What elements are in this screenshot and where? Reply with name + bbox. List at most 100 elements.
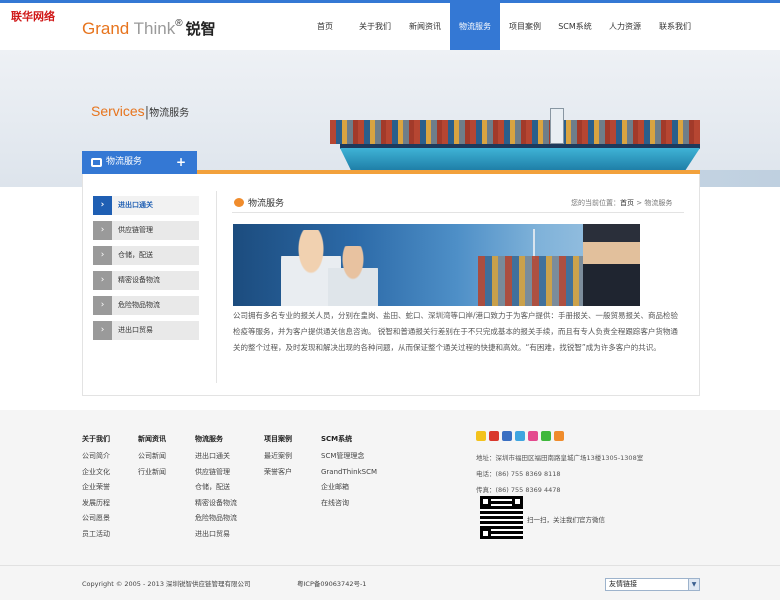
sidebar-item-warehousing[interactable]: › 仓储，配送 <box>93 246 199 265</box>
sidebar-item-dangerous-goods[interactable]: › 危险物品物流 <box>93 296 199 315</box>
footer-col-cases: 项目案例 最近案例 荣誉客户 <box>264 434 292 480</box>
sidebar-item-label: 危险物品物流 <box>118 301 160 309</box>
qzone-icon[interactable] <box>476 431 486 441</box>
site-logo[interactable]: Grand Think® 锐智 <box>82 18 216 39</box>
footer-link[interactable]: 危险物品物流 <box>195 511 237 527</box>
chevron-right-icon: › <box>93 271 112 290</box>
share-more-icon[interactable] <box>554 431 564 441</box>
qr-finder-icon <box>480 496 491 507</box>
content-title: 物流服务 <box>234 196 284 209</box>
contact-phone: 电话：(86) 755 8369 8118 <box>476 470 561 478</box>
footer-link[interactable]: 企业荣誉 <box>82 480 110 496</box>
footer-link[interactable]: 公司愿景 <box>82 511 110 527</box>
qr-finder-icon <box>480 528 491 539</box>
footer-link[interactable]: 在线咨询 <box>321 496 377 512</box>
footer-link[interactable]: GrandThinkSCM <box>321 465 377 481</box>
sidebar-heading[interactable]: 物流服务 + <box>82 151 197 174</box>
footer-link[interactable]: 公司简介 <box>82 449 110 465</box>
footer-link[interactable]: 荣誉客户 <box>264 465 292 481</box>
banner-title-cn: 物流服务 <box>149 108 190 119</box>
copyright-text: Copyright © 2005 - 2013 深圳锐智供应链管理有限公司 <box>82 580 251 588</box>
plus-icon: + <box>175 155 186 169</box>
nav-about[interactable]: 关于我们 <box>350 3 400 50</box>
banner-title-en: Services <box>91 103 145 119</box>
footer-link[interactable]: SCM管理理念 <box>321 449 377 465</box>
sidebar-item-supply-chain[interactable]: › 供应链管理 <box>93 221 199 240</box>
footer-col-heading[interactable]: SCM系统 <box>321 434 377 444</box>
friend-links-selected-value: 友情链接 <box>609 580 637 588</box>
logo-think: Think <box>129 19 176 38</box>
qr-finder-icon <box>512 496 523 507</box>
footer-link[interactable]: 仓储，配送 <box>195 480 237 496</box>
chevron-right-icon: › <box>93 321 112 340</box>
page: 联华网络 Grand Think® 锐智 首页 关于我们 新闻资讯 物流服务 项目… <box>0 0 780 600</box>
footer-link[interactable]: 精密设备物流 <box>195 496 237 512</box>
sidebar-item-precision-equipment[interactable]: › 精密设备物流 <box>93 271 199 290</box>
sidebar-item-customs-clearance[interactable]: › 进出口通关 <box>93 196 199 215</box>
footer-link[interactable]: 最近案例 <box>264 449 292 465</box>
footer-link[interactable]: 进出口贸易 <box>195 527 237 543</box>
breadcrumb: 您的当前位置：首页 > 物流服务 <box>571 198 672 208</box>
footer-link[interactable]: 企业邮箱 <box>321 480 377 496</box>
chevron-right-icon: › <box>93 221 112 240</box>
nav-home[interactable]: 首页 <box>300 3 350 50</box>
footer-col-logistics: 物流服务 进出口通关 供应链管理 仓储，配送 精密设备物流 危险物品物流 进出口… <box>195 434 237 542</box>
footer-col-scm: SCM系统 SCM管理理念 GrandThinkSCM 企业邮箱 在线咨询 <box>321 434 377 511</box>
chevron-right-icon: › <box>93 296 112 315</box>
nav-hr[interactable]: 人力资源 <box>600 3 650 50</box>
content-paragraph: 公司拥有多名专业的报关人员，分别在皇岗、盐田、蛇口、深圳湾等口岸/港口致力于为客… <box>233 311 679 352</box>
sidebar-item-label: 进出口通关 <box>118 201 153 209</box>
banner-ship-hull-image <box>340 148 700 170</box>
footer-col-heading[interactable]: 项目案例 <box>264 434 292 444</box>
nav-cases[interactable]: 项目案例 <box>500 3 550 50</box>
chat-bubble-icon <box>234 198 244 207</box>
breadcrumb-separator: > <box>634 199 645 207</box>
tencent-weibo-icon[interactable] <box>515 431 525 441</box>
orange-accent-strip <box>197 170 700 174</box>
nav-scm[interactable]: SCM系统 <box>550 3 600 50</box>
bus-icon <box>91 158 102 167</box>
footer <box>0 410 780 600</box>
contact-address: 地址：深圳市福田区福田南路皇城广场13楼1305-1308室 <box>476 454 644 462</box>
sidebar-item-label: 进出口贸易 <box>118 326 153 334</box>
sidebar-item-label: 供应链管理 <box>118 226 153 234</box>
footer-divider <box>0 565 780 566</box>
breadcrumb-prefix: 您的当前位置： <box>571 199 620 207</box>
footer-link[interactable]: 行业新闻 <box>138 465 166 481</box>
sidebar-item-label: 精密设备物流 <box>118 276 160 284</box>
chevron-down-icon: ▼ <box>688 579 699 590</box>
footer-link[interactable]: 供应链管理 <box>195 465 237 481</box>
footer-link[interactable]: 企业文化 <box>82 465 110 481</box>
logo-grand: Grand <box>82 19 130 38</box>
chevron-right-icon: › <box>93 196 112 215</box>
footer-col-heading[interactable]: 新闻资讯 <box>138 434 166 444</box>
footer-col-about: 关于我们 公司简介 企业文化 企业荣誉 发展历程 公司愿景 员工活动 <box>82 434 110 542</box>
sidebar-item-label: 仓储，配送 <box>118 251 153 259</box>
footer-link[interactable]: 员工活动 <box>82 527 110 543</box>
breadcrumb-current: 物流服务 <box>644 199 673 207</box>
banner-ship-containers-image <box>330 120 700 144</box>
weibo-icon[interactable] <box>489 431 499 441</box>
sidebar-item-import-export-trade[interactable]: › 进出口贸易 <box>93 321 199 340</box>
icp-license-link[interactable]: 粤ICP备09063742号-1 <box>297 578 366 588</box>
footer-col-heading[interactable]: 物流服务 <box>195 434 237 444</box>
content-title-label: 物流服务 <box>248 199 285 209</box>
nav-contact[interactable]: 联系我们 <box>650 3 700 50</box>
kaixin-icon[interactable] <box>528 431 538 441</box>
contact-info: 地址：深圳市福田区福田南路皇城广场13楼1305-1308室 电话：(86) 7… <box>476 450 643 498</box>
chevron-right-icon: › <box>93 246 112 265</box>
wechat-icon[interactable] <box>541 431 551 441</box>
nav-news[interactable]: 新闻资讯 <box>400 3 450 50</box>
renren-icon[interactable] <box>502 431 512 441</box>
footer-link[interactable]: 发展历程 <box>82 496 110 512</box>
title-underline <box>232 212 684 213</box>
nav-logistics[interactable]: 物流服务 <box>450 3 500 50</box>
banner-title: Services|物流服务 <box>91 103 189 120</box>
wechat-qr-code <box>480 496 523 539</box>
breadcrumb-home-link[interactable]: 首页 <box>620 199 634 207</box>
banner-ship-bridge-image <box>550 108 564 144</box>
footer-link[interactable]: 公司新闻 <box>138 449 166 465</box>
footer-link[interactable]: 进出口通关 <box>195 449 237 465</box>
friend-links-select[interactable]: 友情链接 ▼ <box>605 578 700 591</box>
footer-col-heading[interactable]: 关于我们 <box>82 434 110 444</box>
